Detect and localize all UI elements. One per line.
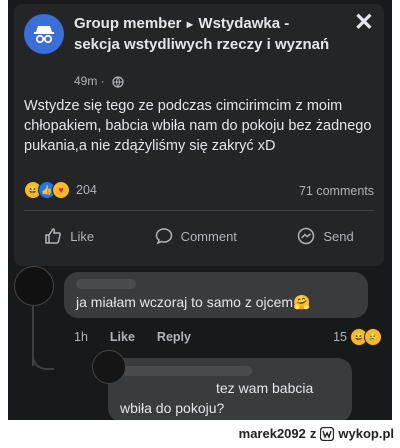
sad-reaction-icon: 😢 xyxy=(364,328,382,346)
send-label: Send xyxy=(323,228,354,244)
post-time[interactable]: 49m xyxy=(74,74,97,88)
send-button[interactable]: Send xyxy=(297,222,354,250)
comment-text: ja miałam wczoraj to samo z ojcem🤗 xyxy=(76,294,311,310)
comment-reactions[interactable]: 15 😆 😢 xyxy=(333,328,382,346)
care-reaction-icon: ♥ xyxy=(52,181,70,199)
watermark-user: marek2092 xyxy=(238,426,306,441)
globe-icon xyxy=(112,76,124,88)
watermark-site: wykop.pl xyxy=(338,426,394,441)
comment-label: Comment xyxy=(180,228,237,244)
messenger-icon xyxy=(298,227,315,245)
arrow-right-icon: ► xyxy=(184,19,196,31)
comment-reply-button[interactable]: Reply xyxy=(157,330,191,344)
comment-time[interactable]: 1h xyxy=(74,330,88,344)
wykop-watermark: marek2092 z wykop.pl xyxy=(239,426,394,441)
group-member-label[interactable]: Group member xyxy=(74,15,182,32)
reply-avatar[interactable] xyxy=(92,350,126,384)
comment-reaction-count: 15 xyxy=(333,330,347,344)
reaction-count: 204 xyxy=(76,183,97,197)
redacted-commenter-name xyxy=(76,279,136,289)
like-button[interactable]: Like xyxy=(44,222,94,250)
post-meta: 49m · xyxy=(74,74,124,88)
comment-bubble: ja miałam wczoraj to samo z ojcem🤗 xyxy=(64,272,368,318)
wykop-logo-icon xyxy=(320,426,335,441)
thumbs-up-icon xyxy=(45,228,62,244)
comment-icon xyxy=(155,228,172,245)
post-text: Wstydze się tego ze podczas cimcirimcim … xyxy=(24,98,372,154)
commenter-avatar[interactable] xyxy=(14,266,54,306)
group-avatar[interactable] xyxy=(24,14,64,54)
post-actions: Like Comment Send xyxy=(14,222,384,250)
post-card: Group member ► Wstydawka - sekcja wstydliw… xyxy=(14,4,384,266)
reply-connector xyxy=(32,338,54,370)
watermark-z: z xyxy=(309,426,317,441)
comment-button[interactable]: Comment xyxy=(155,222,237,250)
reply-bubble: tez wam babcia wbiła do pokoju? xyxy=(108,358,352,420)
comment-actions: 1h Like Reply xyxy=(74,330,191,344)
post-header: Group member ► Wstydawka - sekcja wstydliw… xyxy=(74,14,334,54)
like-label: Like xyxy=(70,228,95,244)
divider xyxy=(24,210,374,211)
reply-text: tez wam babcia wbiła do pokoju? xyxy=(120,380,314,416)
redacted-reply-name xyxy=(122,366,252,376)
facebook-screenshot: Group member ► Wstydawka - sekcja wstydliw… xyxy=(8,0,392,420)
comment-like-button[interactable]: Like xyxy=(110,330,135,344)
comments-count[interactable]: 71 comments xyxy=(299,184,374,198)
group-incognito-icon xyxy=(34,26,54,44)
close-icon[interactable]: ✕ xyxy=(354,8,374,37)
reactions-summary[interactable]: 😆 👍 ♥ 204 xyxy=(24,180,97,200)
